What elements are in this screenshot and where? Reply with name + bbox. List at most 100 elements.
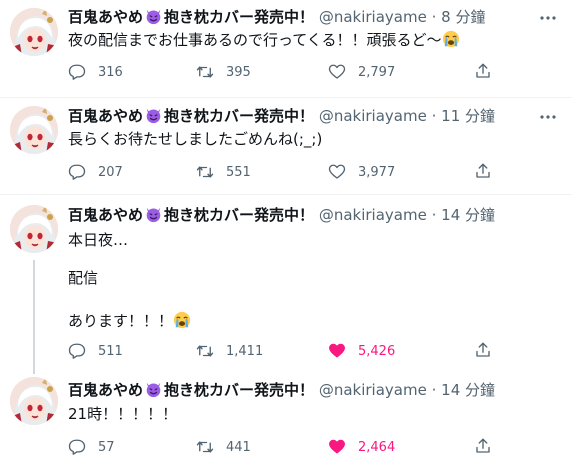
tweet-header: 百鬼あやめ 抱き枕カバー発売中！ @nakiriayame · 11 分鐘 [68, 106, 495, 126]
retweet-count: 1,411 [226, 343, 264, 359]
tweet-text: 長らくお待たせしましたごめんね(;_;) [68, 129, 322, 150]
display-name-suffix[interactable]: 抱き枕カバー発売中！ [164, 206, 314, 224]
like-button[interactable]: 2,797 [328, 62, 395, 82]
like-button[interactable]: 3,977 [328, 162, 395, 182]
display-name[interactable]: 百鬼あやめ [68, 8, 143, 26]
separator-dot: · [431, 206, 437, 224]
retweet-button[interactable]: 395 [196, 62, 251, 82]
share-icon [476, 438, 490, 453]
retweet-count: 441 [226, 439, 251, 455]
retweet-button[interactable]: 441 [196, 437, 251, 457]
share-button[interactable] [474, 162, 492, 182]
tweet-text: 夜の配信までお仕事あるので行ってくる！！頑張るど～ [68, 30, 460, 51]
display-name-suffix[interactable]: 抱き枕カバー発売中！ [164, 8, 314, 26]
reply-button[interactable]: 207 [68, 162, 123, 182]
reply-count: 207 [98, 164, 123, 180]
more-icon[interactable] [538, 8, 558, 28]
reply-icon [68, 343, 86, 359]
reply-icon [68, 439, 86, 455]
heart-icon [329, 343, 345, 358]
retweet-button[interactable]: 551 [196, 162, 251, 182]
user-handle[interactable]: @nakiriayame [319, 8, 427, 26]
display-name[interactable]: 百鬼あやめ [68, 107, 143, 125]
tweet-timestamp[interactable]: 8 分鐘 [441, 8, 485, 26]
retweet-count: 551 [226, 164, 251, 180]
like-button[interactable]: 2,464 [328, 437, 395, 457]
tweet-actions: 316 395 2,797 [68, 62, 498, 82]
avatar[interactable] [10, 377, 58, 425]
loudly-crying-face-icon [442, 30, 460, 48]
more-icon[interactable] [538, 107, 558, 127]
tweet-text: 21時！！！！！ [68, 404, 177, 425]
display-name[interactable]: 百鬼あやめ [68, 206, 143, 224]
tweet-text-line: 夜の配信までお仕事あるので行ってくる！！頑張るど～ [68, 31, 442, 49]
tweet-header: 百鬼あやめ 抱き枕カバー発売中！ @nakiriayame · 14 分鐘 [68, 380, 495, 400]
reply-icon [68, 164, 86, 180]
like-count: 2,797 [358, 64, 396, 80]
user-handle[interactable]: @nakiriayame [319, 107, 427, 125]
tweet[interactable]: 百鬼あやめ 抱き枕カバー発売中！ @nakiriayame · 14 分鐘 21時… [0, 373, 572, 467]
avatar[interactable] [10, 205, 58, 253]
tweet-text-line: あります！！！ [68, 312, 174, 330]
tweet-header: 百鬼あやめ 抱き枕カバー発売中！ @nakiriayame · 14 分鐘 [68, 205, 495, 225]
display-name-suffix[interactable]: 抱き枕カバー発売中！ [164, 381, 314, 399]
tweet-text-line: 本日夜… [68, 231, 129, 249]
devil-emoji-icon [145, 8, 162, 25]
devil-emoji-icon [145, 381, 162, 398]
heart-icon [328, 164, 346, 179]
loudly-crying-face-icon [173, 311, 191, 329]
reply-button[interactable]: 57 [68, 437, 115, 457]
tweet-timestamp[interactable]: 14 分鐘 [441, 381, 495, 399]
like-count: 2,464 [358, 439, 396, 455]
retweet-count: 395 [226, 64, 251, 80]
tweet-text-line: 配信 [68, 269, 99, 287]
separator-dot: · [431, 107, 437, 125]
separator-dot: · [431, 8, 437, 26]
reply-button[interactable]: 316 [68, 62, 123, 82]
share-icon [476, 342, 490, 357]
retweet-button[interactable]: 1,411 [196, 341, 263, 361]
tweet-timeline: 百鬼あやめ 抱き枕カバー発売中！ @nakiriayame · 8 分鐘 夜の配信… [0, 0, 572, 467]
retweet-icon [196, 166, 214, 178]
reply-count: 511 [98, 343, 123, 359]
reply-count: 57 [98, 439, 115, 455]
like-count: 3,977 [358, 164, 396, 180]
tweet[interactable]: 百鬼あやめ 抱き枕カバー発売中！ @nakiriayame · 11 分鐘 長らく… [0, 98, 572, 194]
share-button[interactable] [474, 437, 492, 457]
share-icon [476, 63, 490, 78]
tweet-text-line: 21時！！！！！ [68, 405, 178, 423]
reply-icon [68, 64, 86, 80]
user-handle[interactable]: @nakiriayame [319, 206, 427, 224]
user-handle[interactable]: @nakiriayame [319, 381, 427, 399]
tweet-actions: 207 551 3,977 [68, 162, 498, 182]
tweet-actions: 57 441 2,464 [68, 437, 498, 457]
avatar[interactable] [10, 106, 58, 154]
share-icon [476, 163, 490, 178]
tweet-text: 本日夜… 配信 あります！！！ [68, 230, 191, 332]
like-button[interactable]: 5,426 [328, 341, 395, 361]
display-name[interactable]: 百鬼あやめ [68, 381, 143, 399]
separator-dot: · [431, 381, 437, 399]
reply-count: 316 [98, 64, 123, 80]
heart-icon [328, 64, 346, 79]
retweet-icon [196, 441, 214, 453]
devil-emoji-icon [145, 206, 162, 223]
tweet-timestamp[interactable]: 11 分鐘 [441, 107, 495, 125]
tweet-header: 百鬼あやめ 抱き枕カバー発売中！ @nakiriayame · 8 分鐘 [68, 7, 485, 27]
tweet-text-line-with-emoji: あります！！！ [68, 311, 191, 332]
tweet-actions: 511 1,411 5,426 [68, 341, 498, 361]
avatar[interactable] [10, 8, 58, 56]
tweet-timestamp[interactable]: 14 分鐘 [441, 206, 495, 224]
display-name-suffix[interactable]: 抱き枕カバー発売中！ [164, 107, 314, 125]
share-button[interactable] [474, 62, 492, 82]
share-button[interactable] [474, 341, 492, 361]
heart-icon [329, 439, 345, 454]
retweet-icon [196, 66, 214, 78]
retweet-icon [196, 345, 214, 357]
tweet[interactable]: 百鬼あやめ 抱き枕カバー発売中！ @nakiriayame · 8 分鐘 夜の配信… [0, 0, 572, 97]
tweet[interactable]: 百鬼あやめ 抱き枕カバー発売中！ @nakiriayame · 14 分鐘 本日夜… [0, 195, 572, 373]
tweet-text-line: 長らくお待たせしましたごめんね(;_;) [68, 130, 323, 148]
devil-emoji-icon [145, 107, 162, 124]
reply-button[interactable]: 511 [68, 341, 123, 361]
